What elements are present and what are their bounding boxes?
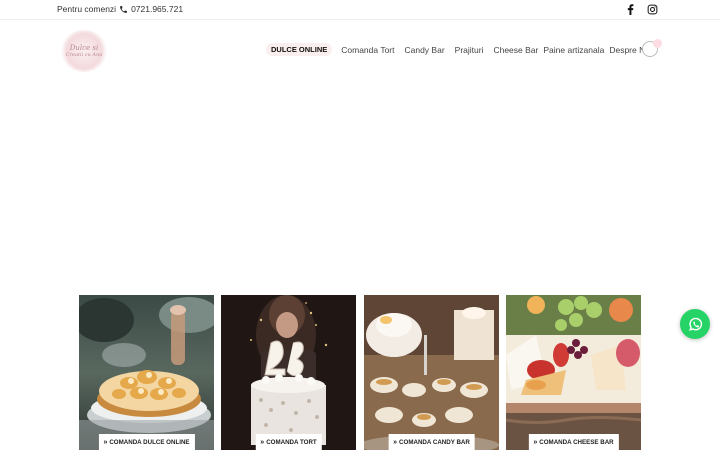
- cart-icon[interactable]: [642, 39, 662, 57]
- category-cards: » COMANDA DULCE ONLINE » COMANDA TORT » …: [79, 295, 642, 450]
- chevron-right-icon: »: [393, 439, 397, 446]
- main-nav: DULCE ONLINE Comanda Tort Candy Bar Praj…: [266, 43, 662, 56]
- card-dulce-online[interactable]: » COMANDA DULCE ONLINE: [79, 295, 214, 450]
- site-logo[interactable]: Dulce si Creatii cu Ana: [60, 30, 108, 72]
- card-label-text: COMANDA CANDY BAR: [399, 439, 470, 446]
- logo-line-2: Creatii cu Ana: [65, 51, 103, 58]
- facebook-icon[interactable]: [624, 3, 636, 15]
- nav-item-dulce-online[interactable]: DULCE ONLINE: [266, 43, 333, 56]
- card-label-text: COMANDA TORT: [266, 439, 317, 446]
- nav-item-prajituri[interactable]: Prajituri: [455, 45, 484, 55]
- phone-number[interactable]: 0721.965.721: [131, 4, 183, 14]
- nav-item-candy-bar[interactable]: Candy Bar: [404, 45, 444, 55]
- card-label[interactable]: » COMANDA TORT: [255, 434, 322, 450]
- cart-badge: [653, 39, 662, 48]
- card-label[interactable]: » COMANDA CANDY BAR: [388, 434, 475, 450]
- phone-icon: [120, 5, 127, 13]
- instagram-icon[interactable]: [646, 3, 658, 15]
- social-links: [624, 3, 658, 15]
- card-label[interactable]: » COMANDA CHEESE BAR: [528, 434, 619, 450]
- cheese-bar-image: [506, 295, 641, 450]
- card-label-text: COMANDA DULCE ONLINE: [109, 439, 190, 446]
- card-candy-bar[interactable]: » COMANDA CANDY BAR: [364, 295, 499, 450]
- whatsapp-icon: [688, 317, 702, 331]
- candy-bar-image: [364, 295, 499, 450]
- header: Dulce si Creatii cu Ana DULCE ONLINE Com…: [0, 20, 720, 82]
- nav-item-comanda-tort[interactable]: Comanda Tort: [341, 45, 394, 55]
- nav-item-cheese-bar[interactable]: Cheese Bar: [493, 45, 538, 55]
- cake-image: [221, 295, 356, 450]
- card-label-text: COMANDA CHEESE BAR: [539, 439, 614, 446]
- nav-item-paine-artizanala[interactable]: Paine artizanala: [543, 45, 604, 55]
- order-label: Pentru comenzi: [57, 4, 117, 14]
- tart-image: [79, 295, 214, 450]
- card-cheese-bar[interactable]: » COMANDA CHEESE BAR: [506, 295, 641, 450]
- top-bar: Pentru comenzi 0721.965.721: [0, 0, 720, 20]
- chevron-right-icon: »: [103, 439, 107, 446]
- chevron-right-icon: »: [533, 439, 537, 446]
- logo-line-1: Dulce si: [69, 43, 99, 52]
- chevron-right-icon: »: [260, 439, 264, 446]
- card-label[interactable]: » COMANDA DULCE ONLINE: [98, 434, 195, 450]
- phone-info: Pentru comenzi 0721.965.721: [57, 4, 183, 14]
- card-comanda-tort[interactable]: » COMANDA TORT: [221, 295, 356, 450]
- whatsapp-button[interactable]: [680, 309, 710, 339]
